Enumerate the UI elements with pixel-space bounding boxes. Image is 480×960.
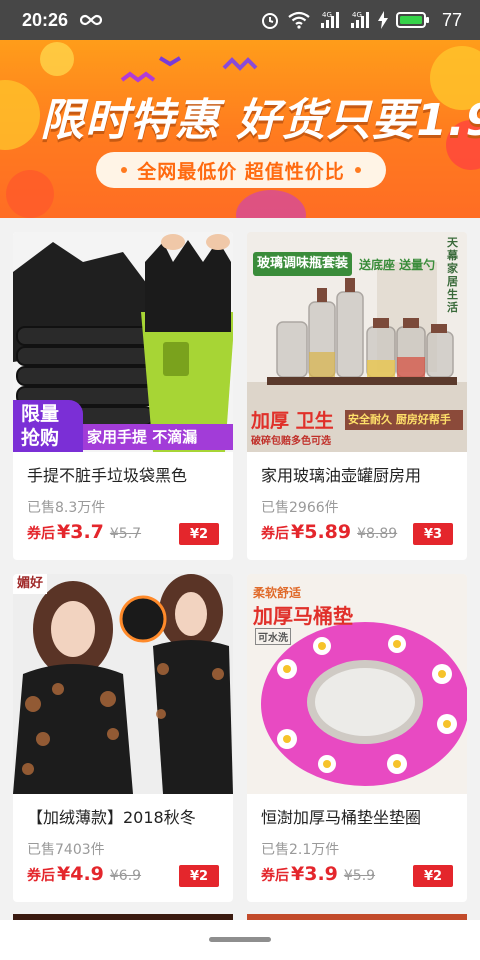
price-row: 券后 ¥4.9 ¥6.9	[27, 863, 141, 885]
product-card[interactable]: 媚好 【加绒薄款】2018秋冬 已售7403件 券后 ¥4.9 ¥6.9 ¥2	[13, 574, 233, 902]
decor-blob	[40, 42, 74, 76]
decor-blob	[0, 80, 40, 150]
charging-icon	[377, 11, 388, 29]
product-title[interactable]: 手提不脏手垃圾袋黑色	[27, 462, 227, 486]
coupon-after-label: 券后	[261, 526, 289, 542]
sold-count: 已售2.1万件	[261, 842, 340, 858]
image-tag-brand: 天幕家居生活	[447, 236, 458, 314]
image-tag-thick: 加厚 卫生	[251, 410, 334, 432]
price-row: 券后 ¥3.7 ¥5.7	[27, 521, 141, 543]
product-image-oil-bottles[interactable]: 玻璃调味瓶套装 送底座 送量勺 天幕家居生活 加厚 卫生 安全耐久 厨房好帮手 …	[247, 232, 467, 452]
image-tag-feature: 家用手提 不滴漏	[83, 424, 233, 450]
coupon-badge[interactable]: ¥2	[179, 523, 219, 545]
price: ¥4.9	[57, 863, 104, 885]
status-bar: 20:26 4G 4G 77	[0, 0, 480, 40]
original-price: ¥6.9	[109, 868, 142, 884]
network-label-2: 4G	[352, 11, 362, 19]
price-row: 券后 ¥5.89 ¥8.89	[261, 521, 397, 543]
coupon-after-label: 券后	[27, 868, 55, 884]
image-tag-thick-pad: 加厚马桶垫	[253, 604, 353, 628]
wifi-icon	[288, 11, 310, 29]
product-card[interactable]: 柔软舒适 加厚马桶垫 可水洗 恒澍加厚马桶垫坐垫圈 已售2.1万件 券后 ¥3.…	[247, 574, 467, 902]
image-tag-durable: 安全耐久 厨房好帮手	[345, 410, 463, 430]
price: ¥5.89	[291, 521, 352, 543]
sold-count: 已售7403件	[27, 842, 105, 858]
network-label-1: 4G	[322, 11, 332, 19]
product-card[interactable]: 限量 抢购 家用手提 不滴漏 手提不脏手垃圾袋黑色 已售8.3万件 券后 ¥3.…	[13, 232, 233, 560]
original-price: ¥5.7	[109, 526, 142, 542]
product-card[interactable]: 玻璃调味瓶套装 送底座 送量勺 天幕家居生活 加厚 卫生 安全耐久 厨房好帮手 …	[247, 232, 467, 560]
decor-blob	[6, 170, 54, 218]
sold-count: 已售8.3万件	[27, 500, 106, 516]
decor-blob	[236, 190, 306, 218]
pill-dot	[121, 167, 128, 173]
signal-icon-sim2: 4G	[348, 10, 370, 30]
home-gesture-handle[interactable]	[209, 937, 271, 942]
image-tag-washable: 可水洗	[255, 628, 291, 645]
sold-count: 已售2966件	[261, 500, 339, 516]
coupon-badge[interactable]: ¥2	[179, 865, 219, 887]
product-title[interactable]: 家用玻璃油壶罐厨房用	[261, 462, 461, 486]
product-title[interactable]: 【加绒薄款】2018秋冬	[27, 804, 227, 828]
infinity-icon	[79, 11, 103, 30]
image-tag-rush: 抢购	[21, 427, 60, 449]
price: ¥3.7	[57, 521, 104, 543]
product-image-toilet-seat[interactable]: 柔软舒适 加厚马桶垫 可水洗	[247, 574, 467, 794]
alarm-icon	[260, 10, 280, 30]
product-image-dress[interactable]: 媚好	[13, 574, 233, 794]
original-price: ¥5.9	[343, 868, 376, 884]
banner-title: 限时特惠 好货只要1.9	[40, 95, 480, 146]
battery-level: 77	[441, 9, 462, 30]
confetti-decoration	[222, 57, 258, 71]
coupon-after-label: 券后	[27, 526, 55, 542]
price-row: 券后 ¥3.9 ¥5.9	[261, 863, 375, 885]
image-tag-gift: 送底座 送量勺	[359, 258, 436, 272]
dress-model-illustration	[13, 574, 233, 794]
signal-icon-sim1: 4G	[318, 10, 340, 30]
battery-icon	[395, 11, 430, 29]
image-tag-set: 玻璃调味瓶套装	[253, 252, 353, 276]
product-image-trash-bags[interactable]: 限量 抢购 家用手提 不滴漏	[13, 232, 233, 452]
image-tag-guarantee: 破碎包赔多色可选	[251, 436, 331, 447]
image-tag-limited: 限量	[21, 403, 60, 425]
coupon-badge[interactable]: ¥2	[413, 865, 453, 887]
banner-subtitle-pill: 全网最低价 超值性价比	[96, 152, 386, 188]
coupon-badge[interactable]: ¥3	[413, 523, 453, 545]
product-title[interactable]: 恒澍加厚马桶垫坐垫圈	[261, 804, 461, 828]
banner-subtitle: 全网最低价 超值性价比	[137, 160, 345, 183]
image-tag-soft: 柔软舒适	[253, 586, 302, 600]
image-tag-brand: 媚好	[13, 574, 48, 594]
price: ¥3.9	[291, 863, 338, 885]
system-nav-bar	[0, 920, 480, 960]
original-price: ¥8.89	[357, 526, 398, 542]
status-time: 20:26	[22, 9, 69, 30]
coupon-after-label: 券后	[261, 868, 289, 884]
pill-dot	[354, 167, 361, 173]
promo-banner[interactable]: 限时特惠 好货只要1.9 全网最低价 超值性价比	[0, 40, 480, 218]
